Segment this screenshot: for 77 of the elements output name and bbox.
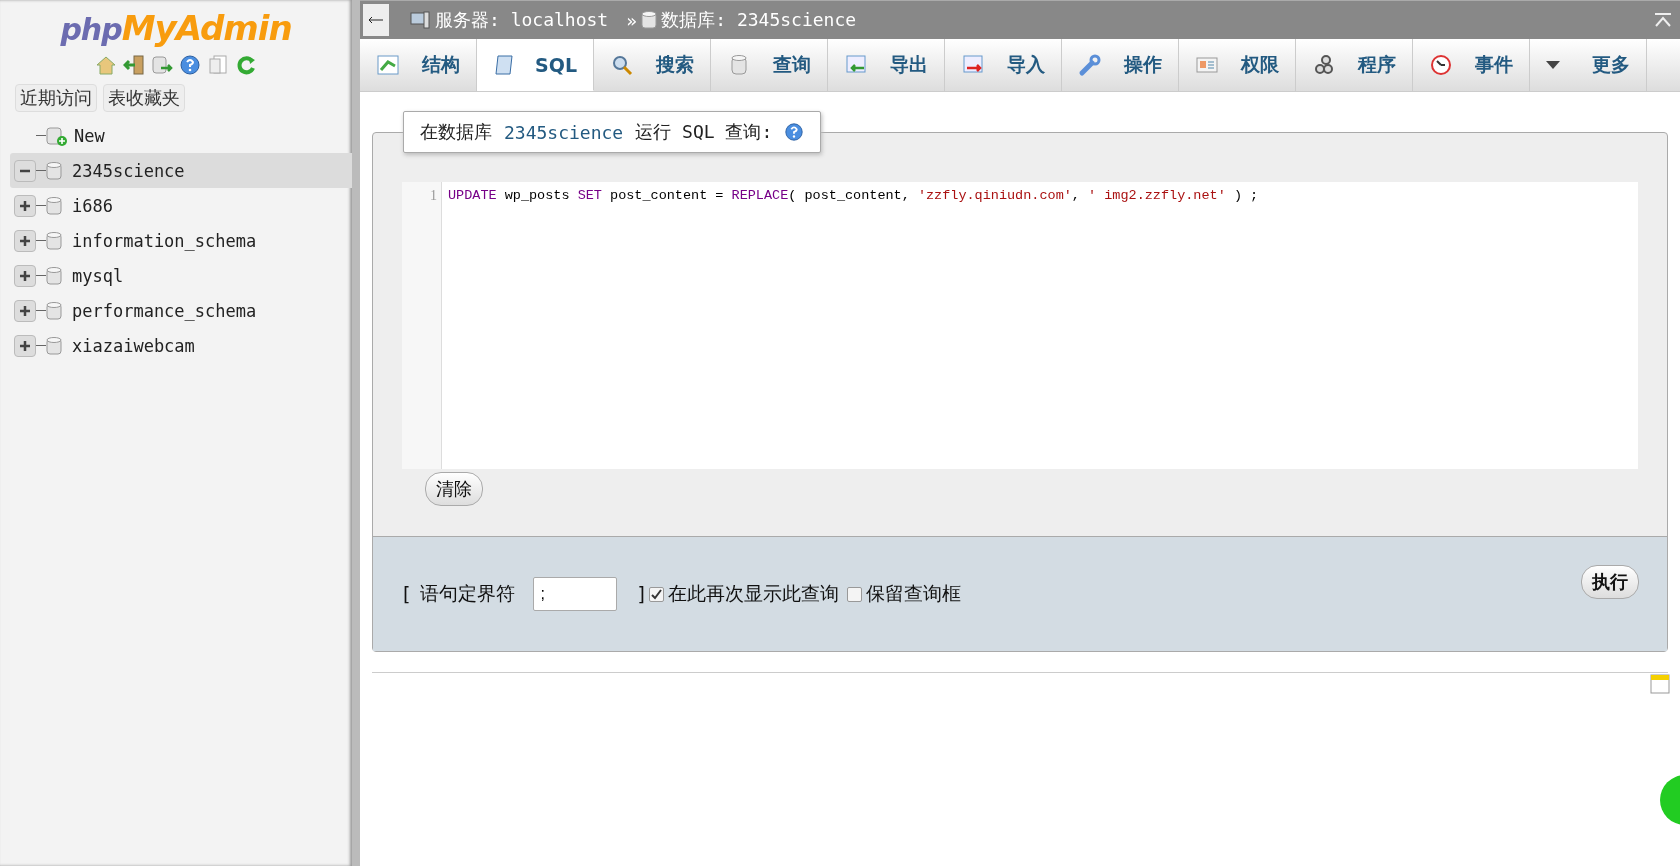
collapse-sidebar-button[interactable]: [363, 4, 389, 36]
help-icon[interactable]: [784, 122, 805, 142]
database-icon: [46, 300, 62, 321]
collapse-up-icon[interactable]: [1654, 13, 1672, 27]
database-icon: [46, 195, 62, 216]
database-icon: [46, 230, 62, 251]
tab[interactable]: SQL: [477, 39, 594, 91]
tab[interactable]: 导出: [828, 39, 945, 91]
expand-icon[interactable]: [14, 194, 36, 217]
database-icon: [46, 160, 62, 181]
database-link[interactable]: 2345science: [504, 121, 624, 143]
wrench-icon: [1078, 53, 1102, 77]
documents-icon[interactable]: [207, 54, 229, 76]
reload-icon[interactable]: [235, 54, 257, 76]
go-button[interactable]: 执行: [1581, 565, 1639, 599]
tree-item[interactable]: 2345science: [72, 160, 185, 181]
new-database-icon[interactable]: [46, 124, 68, 147]
left-arrow-icon: [369, 17, 383, 23]
checkbox[interactable]: [846, 586, 862, 602]
breadcrumb-link[interactable]: 数据库: 2345science: [661, 8, 857, 32]
tab[interactable]: 导入: [945, 39, 1062, 91]
tree-item[interactable]: i686: [72, 195, 113, 216]
checkbox-label: 在此再次显示此查询: [667, 581, 839, 606]
tree-row[interactable]: xiazaiwebcam: [10, 328, 352, 363]
exit-door-icon[interactable]: [123, 54, 145, 76]
tab[interactable]: 程序: [1296, 39, 1413, 91]
search-icon: [610, 53, 634, 77]
tree-item[interactable]: information_schema: [72, 230, 257, 251]
tree-row[interactable]: performance_schema: [10, 293, 352, 328]
clock-icon: [1429, 53, 1453, 77]
help-icon[interactable]: [179, 54, 201, 76]
tree-row[interactable]: mysql: [10, 258, 352, 293]
sidebar-tab-button[interactable]: 近期访问: [15, 84, 97, 112]
sidebar-tab-button[interactable]: 表收藏夹: [103, 84, 185, 112]
expand-icon[interactable]: [14, 229, 36, 252]
bracket-text: ]: [637, 583, 645, 605]
delimiter-label: 语句定界符: [420, 581, 516, 606]
clear-button[interactable]: 清除: [425, 472, 483, 506]
gears-icon: [1312, 53, 1336, 77]
server-icon: [409, 10, 431, 30]
tree-item[interactable]: New: [74, 125, 105, 146]
database-arrow-icon[interactable]: [151, 54, 173, 76]
line-number: 1: [430, 188, 437, 203]
bracket-text: [: [403, 583, 411, 605]
tab[interactable]: 查询: [711, 39, 828, 91]
tree-row[interactable]: 2345science: [10, 153, 352, 188]
tab[interactable]: 操作: [1062, 39, 1179, 91]
tree-item[interactable]: mysql: [72, 265, 124, 286]
title-text: 在数据库: [420, 120, 492, 144]
tab[interactable]: 权限: [1179, 39, 1296, 91]
tree-row[interactable]: information_schema: [10, 223, 352, 258]
checkbox-label: 保留查询框: [865, 581, 961, 606]
tab[interactable]: 更多: [1530, 39, 1647, 91]
tree-item[interactable]: xiazaiwebcam: [72, 335, 195, 356]
logo[interactable]: phpMyAdmin: [60, 8, 292, 48]
database-icon: [641, 10, 658, 30]
checkbox[interactable]: [648, 586, 664, 602]
title-text: 运行 SQL 查询:: [635, 120, 773, 144]
database-icon: [46, 265, 62, 286]
tab[interactable]: 事件: [1413, 39, 1530, 91]
expand-icon[interactable]: [14, 334, 36, 357]
sql-editor[interactable]: 1 UPDATE wp_posts SET post_content = REPLACE( post_content, 'zzfly.qiniudn.com', ' img2.zzfly.net' ) ;: [401, 181, 1639, 470]
tree-item[interactable]: performance_schema: [72, 300, 257, 321]
table-structure-icon: [376, 53, 400, 77]
home-icon[interactable]: [95, 54, 117, 76]
collapse-icon[interactable]: [14, 159, 36, 182]
tab[interactable]: 结构: [360, 39, 477, 91]
sql-code: UPDATE wp_posts SET post_content = REPLACE( post_content, 'zzfly.qiniudn.com', ' img2.zzfly.net' ) ;: [448, 188, 1259, 203]
expand-icon[interactable]: [14, 299, 36, 322]
delimiter-field[interactable]: ;: [533, 577, 618, 611]
breadcrumb-link[interactable]: 服务器: localhost: [435, 8, 609, 32]
tab[interactable]: 搜索: [594, 39, 711, 91]
expand-icon[interactable]: [14, 264, 36, 287]
breadcrumb-separator: »: [626, 9, 638, 31]
caret-icon: [1546, 61, 1560, 69]
tree-row[interactable]: i686: [10, 188, 352, 223]
database-icon: [46, 335, 62, 356]
